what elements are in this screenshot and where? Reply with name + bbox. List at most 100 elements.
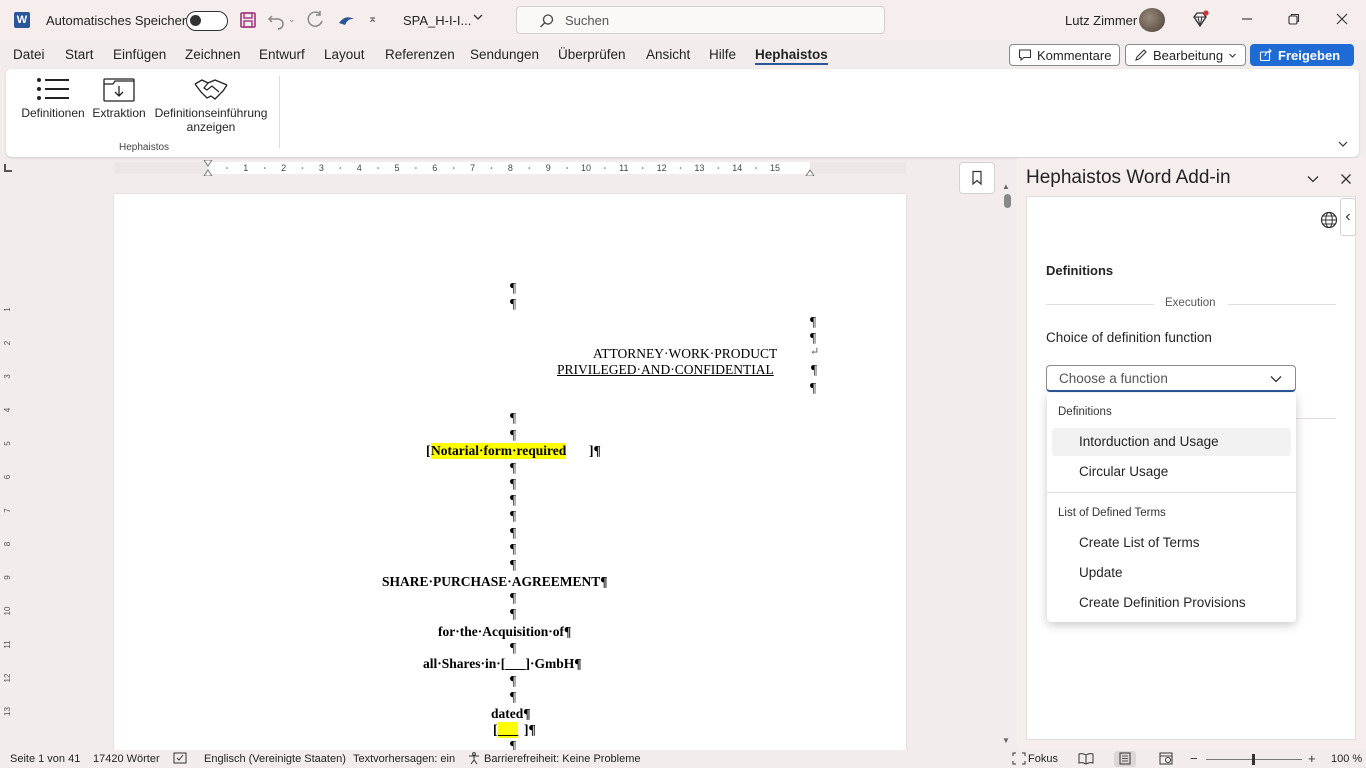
status-accessibility[interactable]: Barrierefreiheit: Keine Probleme	[484, 753, 641, 765]
status-language[interactable]: Englisch (Vereinigte Staaten)	[204, 753, 346, 765]
function-dropdown[interactable]: Choose a function	[1046, 365, 1296, 392]
comments-button[interactable]: Kommentare	[1009, 44, 1121, 66]
shares-line: all·Shares·in·[___]·GmbH¶	[423, 656, 582, 671]
tab-einfuegen[interactable]: Einfügen	[113, 47, 166, 62]
definition-intro-ribbon-button[interactable]: Definitionseinführung anzeigen	[150, 74, 272, 134]
dropdown-option-create-list[interactable]: Create List of Terms	[1052, 529, 1291, 557]
dropdown-option-introduction-usage[interactable]: Intorduction and Usage	[1052, 428, 1291, 456]
avatar[interactable]	[1139, 8, 1165, 32]
search-placeholder: Suchen	[565, 13, 610, 28]
undo-dropdown-icon[interactable]: ⌄	[288, 14, 296, 25]
list-icon	[37, 78, 69, 100]
zoom-out-icon[interactable]: −	[1190, 751, 1198, 766]
tab-layout[interactable]: Layout	[324, 47, 365, 62]
filename-chevron-icon[interactable]	[472, 11, 484, 26]
accessibility-icon[interactable]	[467, 752, 481, 768]
handshake-icon	[194, 79, 228, 100]
customize-toolbar-icon[interactable]: ⌅	[368, 12, 377, 25]
tab-hephaistos[interactable]: Hephaistos	[755, 47, 828, 65]
ruler-number: 15	[770, 163, 780, 173]
focus-icon[interactable]	[1012, 752, 1026, 768]
status-focus-label[interactable]: Fokus	[1028, 753, 1058, 765]
undo-icon[interactable]	[266, 10, 286, 33]
globe-icon[interactable]	[1320, 211, 1338, 232]
status-zoom-level[interactable]: 100 %	[1331, 753, 1362, 765]
ruler-tick	[301, 167, 304, 169]
collapse-pane-tab[interactable]	[1340, 198, 1356, 236]
tab-ansicht[interactable]: Ansicht	[646, 47, 690, 62]
paragraph-mark: ¶	[510, 492, 517, 507]
ruler-number: 2	[281, 163, 286, 173]
tab-datei[interactable]: Datei	[13, 47, 45, 62]
extraction-ribbon-button[interactable]: Extraktion	[90, 74, 148, 120]
date-placeholder: ___	[498, 722, 519, 738]
tab-ueberpruefen[interactable]: Überprüfen	[558, 47, 626, 62]
tab-start[interactable]: Start	[65, 47, 94, 62]
tab-entwurf[interactable]: Entwurf	[259, 47, 305, 62]
ruler-tick	[263, 167, 266, 169]
status-text-prediction[interactable]: Textvorhersagen: ein	[353, 753, 455, 765]
document-page[interactable]: ¶ ¶ ¶ ¶ ATTORNEY·WORK·PRODUCT ↵ PRIVILEG…	[114, 194, 906, 750]
web-layout-icon[interactable]	[1159, 752, 1173, 768]
word-logo-icon: W	[14, 12, 30, 28]
horizontal-ruler-scale: 1 2 3 4 5 6 7 8 9 10 11 12 13 14 15	[114, 159, 906, 177]
editing-button[interactable]: Bearbeitung	[1125, 44, 1247, 66]
document-filename[interactable]: SPA_H-I-I...	[403, 13, 471, 28]
status-page-count[interactable]: Seite 1 von 41	[10, 753, 80, 765]
zoom-in-icon[interactable]: +	[1308, 751, 1316, 766]
vertical-ruler-number: 10	[3, 606, 12, 615]
pane-close-icon[interactable]	[1339, 172, 1353, 189]
tab-referenzen[interactable]: Referenzen	[385, 47, 455, 62]
ruler-number: 4	[357, 163, 362, 173]
share-icon	[1259, 48, 1272, 62]
horizontal-ruler[interactable]: 1 2 3 4 5 6 7 8 9 10 11 12 13 14 15	[114, 159, 906, 177]
vertical-ruler-number: 1	[3, 307, 12, 312]
task-pane-title: Hephaistos Word Add-in	[1026, 167, 1231, 188]
tab-sendungen[interactable]: Sendungen	[470, 47, 539, 62]
ruler-tick	[755, 167, 757, 169]
ruler-number: 5	[394, 163, 399, 173]
share-button[interactable]: Freigeben	[1250, 44, 1354, 66]
vertical-ruler-number: 5	[3, 441, 12, 446]
definitions-ribbon-button[interactable]: Definitionen	[16, 74, 90, 120]
ruler-margin	[114, 162, 208, 174]
scroll-up-arrow-icon[interactable]: ▲	[1002, 182, 1010, 191]
definitions-section-title: Definitions	[1046, 263, 1114, 278]
restore-icon[interactable]	[1287, 12, 1301, 29]
date-bracket-close: ]¶	[524, 722, 536, 737]
dropdown-option-circular-usage[interactable]: Circular Usage	[1052, 458, 1291, 486]
user-name[interactable]: Lutz Zimmer	[1065, 13, 1137, 28]
search-icon	[539, 13, 555, 32]
quick-access-icon[interactable]	[337, 10, 357, 33]
vertical-ruler[interactable]: 1 2 3 4 5 6 7 8 9 10 11 12 13	[3, 194, 17, 750]
print-layout-icon[interactable]	[1114, 751, 1136, 767]
definition-intro-label-line2: anzeigen	[186, 120, 236, 134]
vertical-scrollbar-thumb[interactable]	[1004, 194, 1011, 208]
minimize-icon[interactable]	[1240, 12, 1254, 29]
save-icon[interactable]	[238, 10, 258, 33]
tab-hilfe[interactable]: Hilfe	[709, 47, 736, 62]
zoom-slider-thumb[interactable]	[1252, 754, 1255, 765]
dropdown-group-header-definitions: Definitions	[1058, 406, 1112, 418]
ribbon-expand-chevron-icon[interactable]	[1337, 138, 1349, 153]
status-word-count[interactable]: 17420 Wörter	[93, 753, 160, 765]
dated-line: dated¶	[491, 706, 531, 721]
dropdown-option-update[interactable]: Update	[1052, 559, 1291, 587]
dropdown-option-create-definition-provisions[interactable]: Create Definition Provisions	[1052, 589, 1291, 617]
close-window-icon[interactable]	[1335, 12, 1349, 29]
redo-icon[interactable]	[305, 10, 325, 33]
read-mode-icon[interactable]	[1078, 752, 1094, 768]
search-box[interactable]: Suchen	[516, 6, 885, 34]
autosave-toggle[interactable]	[186, 11, 228, 31]
bookmark-button[interactable]	[959, 162, 995, 194]
proofing-icon[interactable]	[173, 752, 187, 768]
scroll-down-arrow-icon[interactable]: ▼	[1002, 736, 1010, 745]
pane-options-chevron-icon[interactable]	[1306, 172, 1320, 189]
paragraph-mark: ¶	[510, 460, 517, 475]
ruler-number: 14	[732, 163, 742, 173]
ruler-tick	[415, 167, 417, 169]
paragraph-mark: ¶	[810, 380, 817, 395]
premium-diamond-icon[interactable]	[1190, 10, 1210, 33]
tab-zeichnen[interactable]: Zeichnen	[185, 47, 241, 62]
tab-selector-icon[interactable]	[4, 164, 12, 172]
